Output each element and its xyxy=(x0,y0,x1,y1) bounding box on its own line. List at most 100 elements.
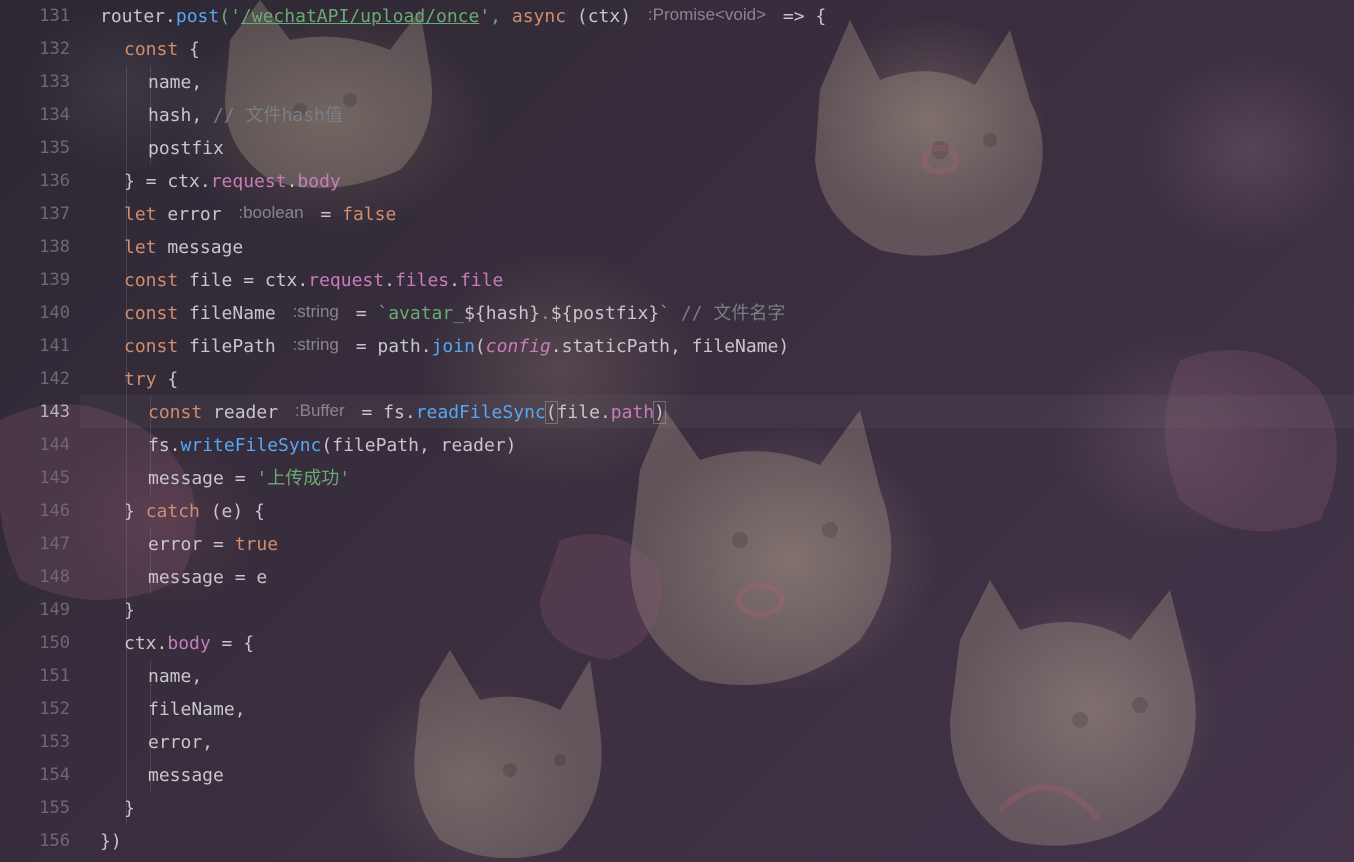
line-number: 148 xyxy=(39,567,70,587)
type-inlay-hint: :string xyxy=(292,335,339,354)
code-line-150[interactable]: ctx.body = { xyxy=(124,627,254,660)
code-token: = xyxy=(344,303,378,324)
code-line-133[interactable]: name, xyxy=(148,66,202,99)
code-token: } xyxy=(124,798,135,819)
code-line-148[interactable]: message = e xyxy=(148,561,267,594)
code-token-function: join xyxy=(431,336,475,357)
code-token: file = ctx. xyxy=(178,270,309,291)
code-token-string: (' xyxy=(219,6,241,27)
code-token-keyword: let xyxy=(124,237,157,258)
code-token: . xyxy=(384,270,395,291)
type-inlay-hint: :Promise<void> xyxy=(647,5,767,24)
code-token-template-expr: ${hash} xyxy=(464,303,540,324)
code-line-132[interactable]: const { xyxy=(124,33,200,66)
code-token: . xyxy=(449,270,460,291)
code-token: = path. xyxy=(344,336,432,357)
code-token: message xyxy=(156,237,244,258)
code-token-keyword: true xyxy=(234,534,279,555)
type-inlay-hint: :boolean xyxy=(238,203,304,222)
code-line-155[interactable]: } xyxy=(124,792,135,825)
code-token-function: readFileSync xyxy=(415,402,546,423)
line-number: 149 xyxy=(39,600,70,620)
code-line-145[interactable]: message = '上传成功' xyxy=(148,462,350,495)
code-line-147[interactable]: error = true xyxy=(148,528,278,561)
line-number: 150 xyxy=(39,633,70,653)
code-token-keyword: async xyxy=(511,6,567,27)
line-number: 146 xyxy=(39,501,70,521)
code-line-149[interactable]: } xyxy=(124,594,135,627)
line-number: 131 xyxy=(39,6,70,26)
code-token: => { xyxy=(772,6,827,27)
line-number: 154 xyxy=(39,765,70,785)
line-number-current: 143 xyxy=(39,402,70,422)
code-token-template-expr: ${postfix} xyxy=(550,303,660,324)
code-line-142[interactable]: try { xyxy=(124,363,178,396)
code-token: name, xyxy=(148,72,203,93)
code-line-144[interactable]: fs.writeFileSync(filePath, reader) xyxy=(148,429,516,462)
code-token: reader xyxy=(202,402,289,423)
code-token-keyword: try xyxy=(124,369,157,390)
code-token-function: writeFileSync xyxy=(180,435,322,456)
code-line-146[interactable]: } catch (e) { xyxy=(124,495,265,528)
code-token-keyword: false xyxy=(342,204,397,225)
code-token-property: request xyxy=(308,270,385,291)
code-line-131[interactable]: router.post('/wechatAPI/upload/once', as… xyxy=(100,0,826,33)
code-token-url-link[interactable]: /wechatAPI/upload/once xyxy=(241,6,479,27)
code-token: filePath xyxy=(178,336,287,357)
line-number: 145 xyxy=(39,468,70,488)
code-token: postfix xyxy=(148,138,224,159)
code-line-139[interactable]: const file = ctx.request.files.file xyxy=(124,264,503,297)
code-line-134[interactable]: hash, // 文件hash值 xyxy=(148,99,343,132)
line-number: 139 xyxy=(39,270,70,290)
line-number: 142 xyxy=(39,369,70,389)
code-token-property: files xyxy=(394,270,450,291)
line-number: 132 xyxy=(39,39,70,59)
code-line-151[interactable]: name, xyxy=(148,660,202,693)
code-token-string: `avatar_ xyxy=(377,303,465,324)
line-number: 133 xyxy=(39,72,70,92)
code-token-keyword: const xyxy=(124,303,179,324)
line-number: 136 xyxy=(39,171,70,191)
code-token: } xyxy=(124,600,135,621)
code-line-154[interactable]: message xyxy=(148,759,224,792)
code-line-153[interactable]: error, xyxy=(148,726,213,759)
code-editor[interactable]: 131 132 133 134 135 136 137 138 139 140 … xyxy=(0,0,1354,862)
code-token: = fs. xyxy=(350,402,416,423)
line-number: 138 xyxy=(39,237,70,257)
code-token-string: ` xyxy=(659,303,670,324)
code-token-keyword: let xyxy=(124,204,157,225)
code-token-property: request xyxy=(210,171,287,192)
code-token: name, xyxy=(148,666,203,687)
code-line-156[interactable]: }) xyxy=(100,825,122,858)
code-token: error = xyxy=(148,534,235,555)
code-token: fileName, xyxy=(148,699,246,720)
line-number: 151 xyxy=(39,666,70,686)
code-line-136[interactable]: } = ctx.request.body xyxy=(124,165,341,198)
line-number: 137 xyxy=(39,204,70,224)
code-line-135[interactable]: postfix xyxy=(148,132,224,165)
line-number: 147 xyxy=(39,534,70,554)
code-comment: // 文件hash值 xyxy=(213,105,343,126)
matched-paren: ( xyxy=(544,401,558,424)
code-line-143[interactable]: const reader :Buffer = fs.readFileSync(f… xyxy=(148,396,666,429)
code-token-keyword: const xyxy=(148,402,203,423)
code-line-137[interactable]: let error :boolean = false xyxy=(124,198,396,231)
code-token-function: post xyxy=(175,6,220,27)
code-token-keyword: catch xyxy=(145,501,200,522)
code-line-152[interactable]: fileName, xyxy=(148,693,246,726)
code-token: .staticPath, fileName) xyxy=(550,336,790,357)
type-inlay-hint: :Buffer xyxy=(294,401,345,420)
line-number: 155 xyxy=(39,798,70,818)
code-token-property: body xyxy=(297,171,341,192)
code-line-141[interactable]: const filePath :string = path.join(confi… xyxy=(124,330,789,363)
code-line-140[interactable]: const fileName :string = `avatar_${hash}… xyxy=(124,297,785,330)
code-token-keyword: const xyxy=(124,270,179,291)
code-token: error, xyxy=(148,732,214,753)
line-number: 135 xyxy=(39,138,70,158)
code-token: message xyxy=(148,765,224,786)
code-token-string: '上传成功' xyxy=(256,468,351,489)
code-line-138[interactable]: let message xyxy=(124,231,243,264)
code-token: (filePath, reader) xyxy=(321,435,517,456)
code-token-string: ', xyxy=(479,6,512,27)
code-token: . xyxy=(165,6,176,27)
